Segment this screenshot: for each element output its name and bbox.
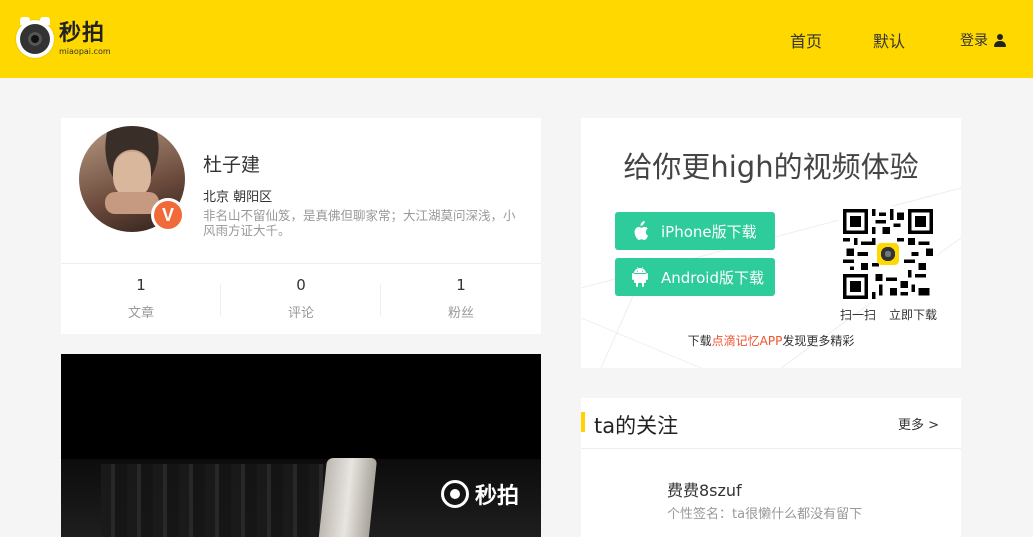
login-link[interactable]: 登录 — [960, 30, 1006, 50]
top-header: 秒拍 miaopai.com 首页 默认 登录 — [0, 0, 1033, 78]
qr-label-download: 立即下载 — [889, 308, 938, 322]
login-label: 登录 — [960, 33, 988, 49]
watermark-text: 秒拍 — [475, 484, 520, 509]
camera-logo-icon — [16, 17, 54, 58]
stats-divider — [61, 263, 541, 264]
iphone-download-label: iPhone版下载 — [661, 222, 757, 241]
following-divider — [581, 448, 961, 449]
promo-title: 给你更high的视频体验 — [623, 150, 919, 184]
iphone-download-button[interactable]: iPhone版下载 — [615, 212, 775, 250]
promo-footer-prefix: 下载 — [687, 334, 712, 348]
app-promo-card: 给你更high的视频体验 iPhone版下载 Android版下载 扫一扫 立即… — [581, 118, 961, 368]
video-player[interactable]: 秒拍 — [61, 354, 541, 537]
promo-footer-suffix: 发现更多精彩 — [782, 334, 855, 348]
android-download-button[interactable]: Android版下载 — [615, 258, 775, 296]
android-download-label: Android版下载 — [661, 268, 764, 287]
stat-articles[interactable]: 1 文章 — [61, 268, 221, 321]
profile-location: 北京 朝阳区 — [203, 190, 273, 205]
qr-label-scan: 扫一扫 — [840, 308, 877, 322]
stat-fans-count: 1 — [456, 276, 466, 294]
logo-subtext: miaopai.com — [59, 46, 111, 56]
profile-card: V 杜子建 北京 朝阳区 非名山不留仙笈，是真佛但聊家常；大江湖莫问深浅，小风雨… — [61, 118, 541, 334]
video-watermark: 秒拍 — [441, 478, 519, 510]
profile-signature: 非名山不留仙笈，是真佛但聊家常；大江湖莫问深浅，小风雨方证大千。 — [203, 208, 516, 238]
following-item-name[interactable]: 费费8szuf — [667, 477, 742, 501]
promo-footer: 下载点滴记忆APP发现更多精彩 — [581, 332, 961, 349]
download-qr-code — [839, 206, 937, 302]
miaopai-watermark-icon — [441, 480, 469, 508]
stat-articles-label: 文章 — [127, 306, 154, 321]
stat-comments-count: 0 — [296, 276, 306, 294]
nav-default-link[interactable]: 默认 — [873, 28, 905, 52]
verified-badge-icon: V — [151, 198, 185, 232]
android-icon — [629, 267, 651, 287]
user-icon — [994, 33, 1006, 47]
nav-home-link[interactable]: 首页 — [790, 28, 822, 52]
stat-articles-count: 1 — [136, 276, 146, 294]
stat-comments-label: 评论 — [287, 306, 314, 321]
following-card: ta的关注 更多 > 费费8szuf 个性签名：ta很懒什么都没有留下 — [581, 398, 961, 537]
promo-footer-app-link[interactable]: 点滴记忆APP — [712, 334, 783, 348]
logo-text: 秒拍 — [59, 20, 106, 46]
following-title: ta的关注 — [594, 414, 679, 438]
site-logo[interactable]: 秒拍 miaopai.com — [16, 17, 112, 61]
following-item-signature: 个性签名：ta很懒什么都没有留下 — [667, 507, 863, 522]
stat-fans-label: 粉丝 — [447, 306, 474, 321]
profile-name: 杜子建 — [203, 154, 261, 176]
following-more-link[interactable]: 更多 > — [898, 414, 939, 433]
stat-comments[interactable]: 0 评论 — [221, 268, 381, 321]
stat-fans[interactable]: 1 粉丝 — [381, 268, 541, 321]
section-accent-bar — [581, 412, 585, 432]
apple-icon — [629, 221, 651, 241]
